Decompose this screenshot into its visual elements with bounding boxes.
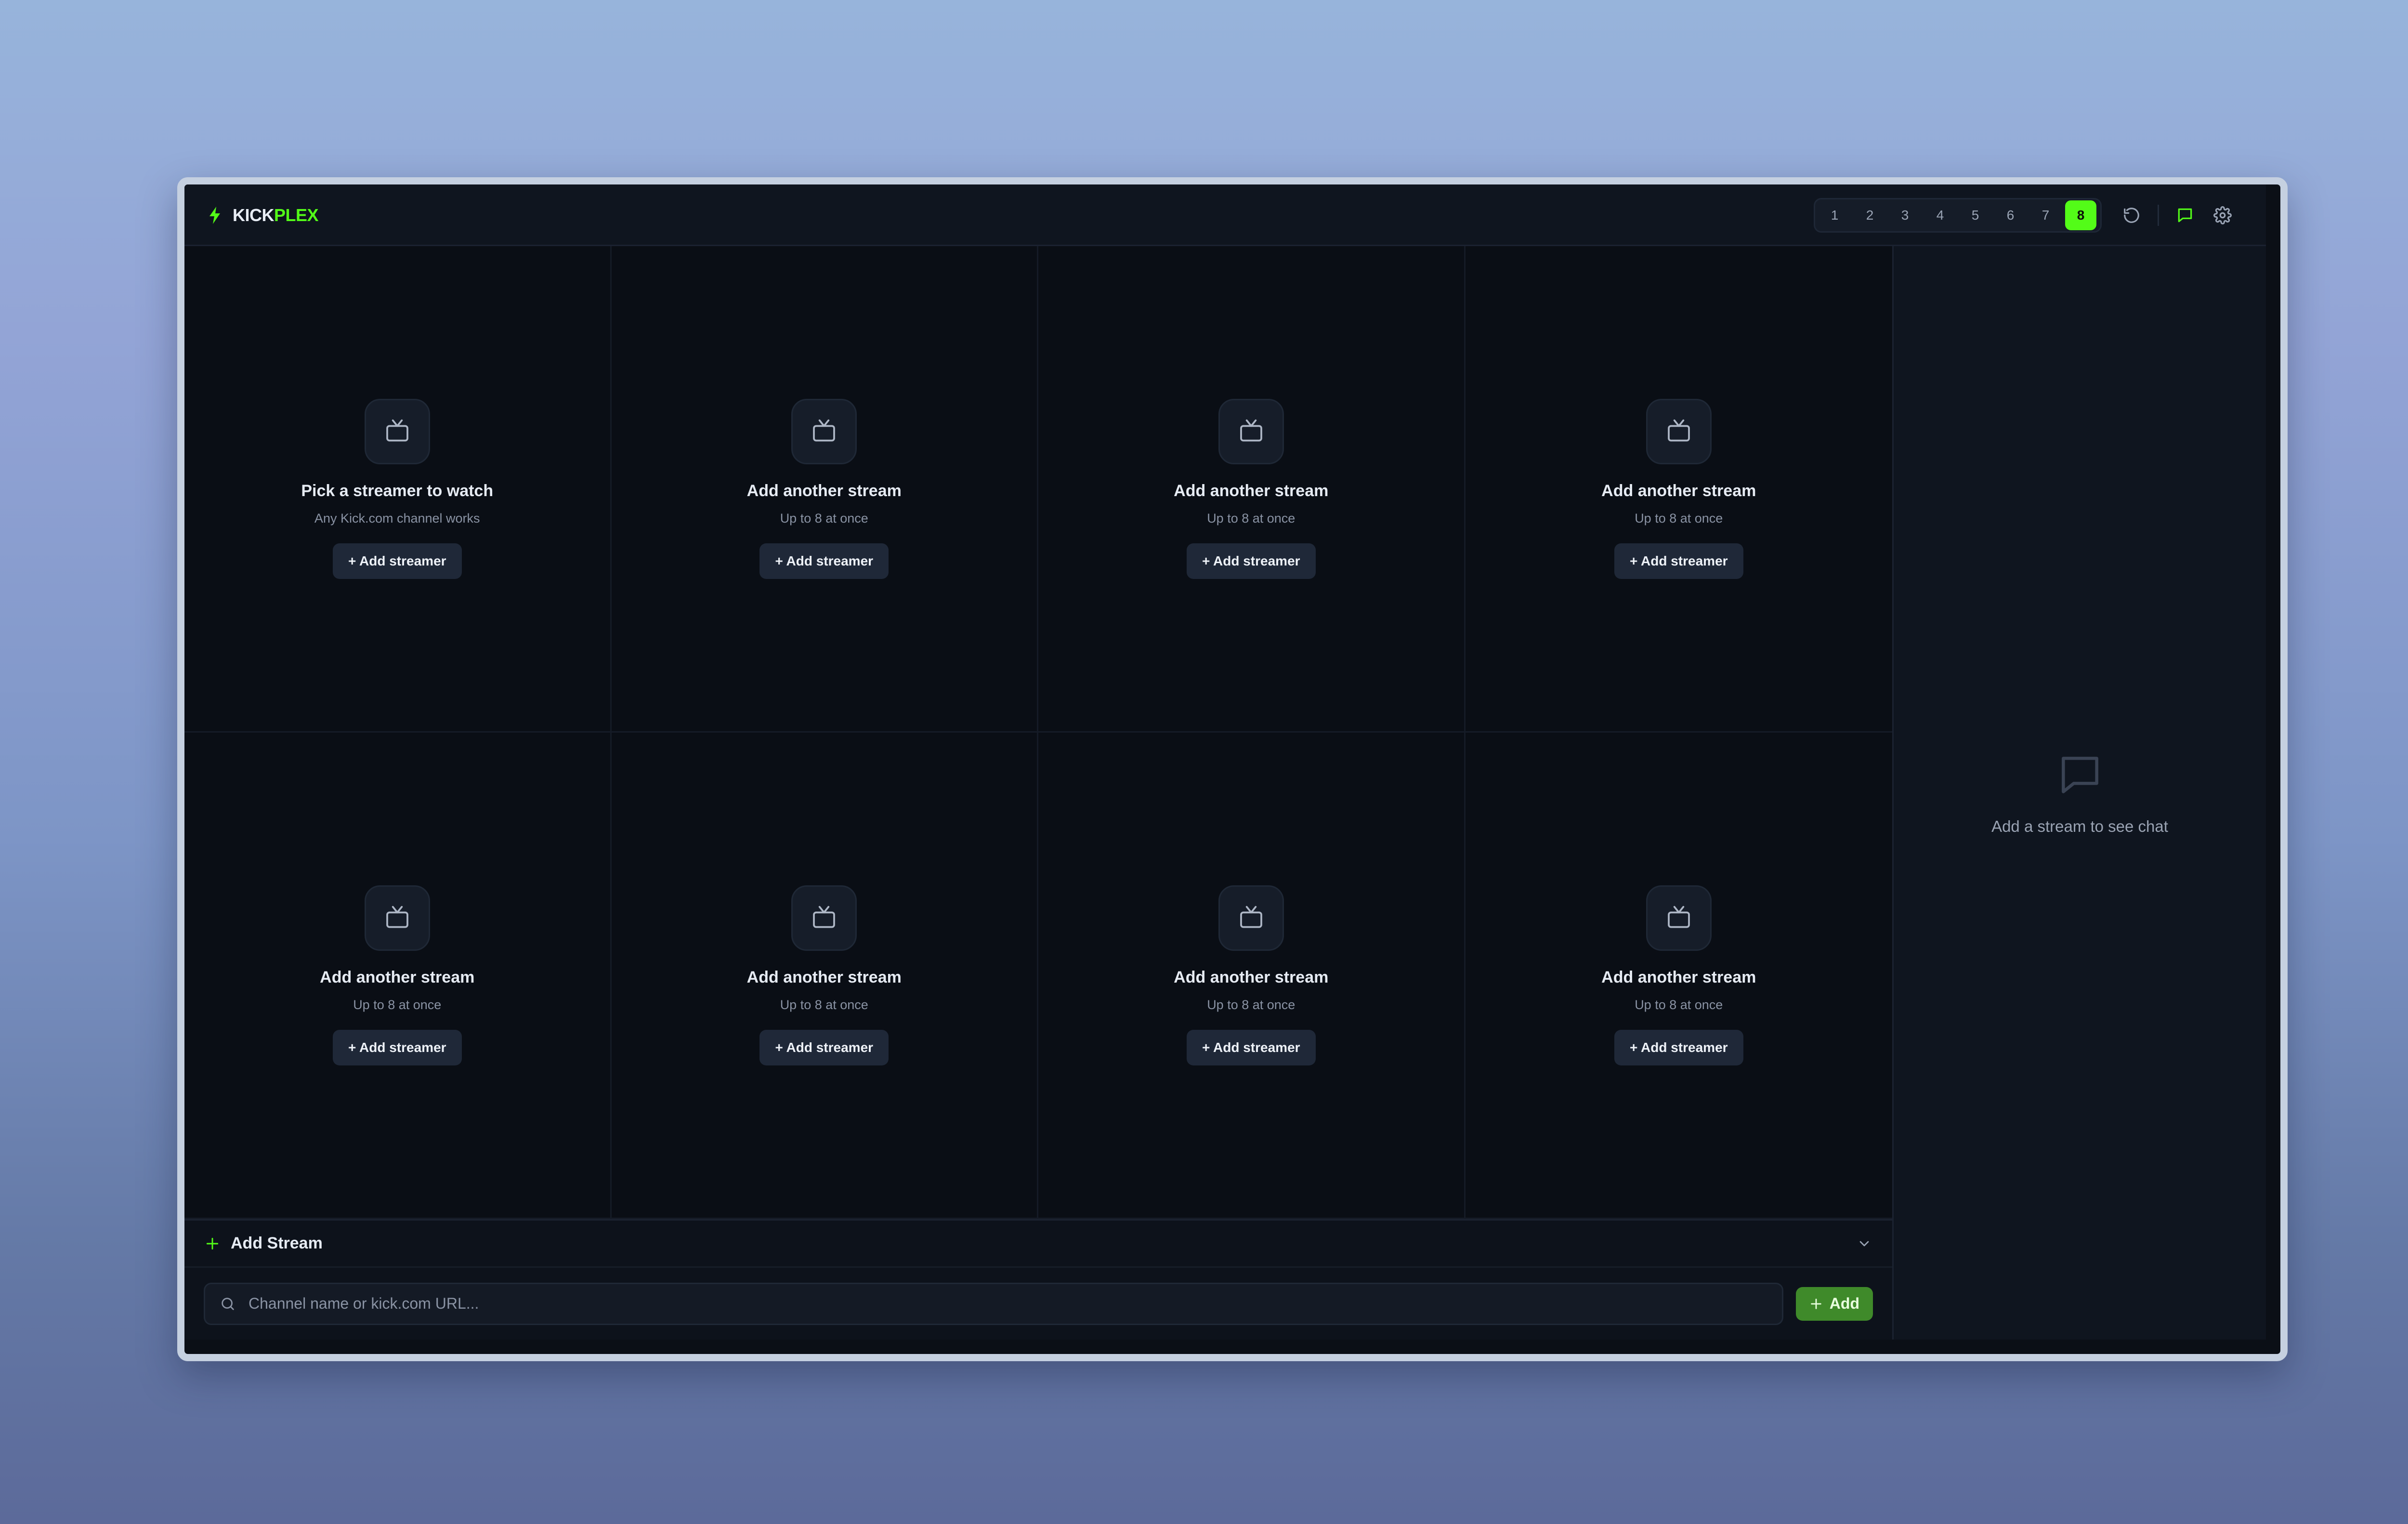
add-streamer-button[interactable]: + Add streamer: [1186, 1029, 1316, 1065]
tile-subtitle: Any Kick.com channel works: [314, 511, 480, 526]
tile-title: Add another stream: [1174, 481, 1329, 500]
add-streamer-button[interactable]: + Add streamer: [1186, 543, 1316, 579]
search-icon: [220, 1296, 236, 1312]
refresh-icon: [2122, 206, 2141, 224]
chat-toggle-icon: [2176, 206, 2194, 224]
add-streamer-button[interactable]: + Add streamer: [1614, 543, 1743, 579]
layout-button-3[interactable]: 3: [1889, 200, 1921, 230]
header-controls: 1 2 3 4 5 6 7 8: [1814, 184, 2238, 246]
tile-title: Add another stream: [1601, 968, 1756, 986]
tile-title: Pick a streamer to watch: [301, 481, 494, 500]
add-streamer-button[interactable]: + Add streamer: [1614, 1029, 1743, 1065]
stream-slot-5: Add another stream Up to 8 at once + Add…: [184, 733, 612, 1219]
app-window: KICKPLEX 1 2 3 4 5 6 7 8 Pick a streamer…: [177, 177, 2288, 1361]
layout-button-4[interactable]: 4: [1924, 200, 1956, 230]
tv-icon: [364, 885, 430, 951]
stream-slot-4: Add another stream Up to 8 at once + Add…: [1465, 246, 1892, 733]
tile-subtitle: Up to 8 at once: [353, 997, 442, 1012]
layout-button-1[interactable]: 1: [1819, 200, 1850, 230]
logo-primary-text: KICK: [233, 205, 275, 225]
stream-slot-7: Add another stream Up to 8 at once + Add…: [1038, 733, 1466, 1219]
tile-subtitle: Up to 8 at once: [1207, 511, 1296, 526]
add-streamer-button[interactable]: + Add streamer: [332, 1029, 462, 1065]
layout-button-6[interactable]: 6: [1995, 200, 2026, 230]
tile-subtitle: Up to 8 at once: [1635, 997, 1723, 1012]
settings-icon: [2213, 206, 2232, 224]
stream-slot-1: Pick a streamer to watch Any Kick.com ch…: [184, 246, 612, 733]
lightning-bolt-icon: [209, 207, 221, 224]
chat-bubble-icon: [2055, 750, 2105, 800]
channel-search-box: [204, 1282, 1783, 1325]
plus-icon: [1809, 1297, 1823, 1311]
add-stream-panel: Add Stream Add: [184, 1219, 1892, 1340]
add-stream-toggle[interactable]: Add Stream: [184, 1221, 1892, 1268]
tile-subtitle: Up to 8 at once: [780, 997, 868, 1012]
chat-panel: Add a stream to see chat: [1892, 246, 2266, 1340]
stream-slot-6: Add another stream Up to 8 at once + Add…: [611, 733, 1038, 1219]
logo: KICKPLEX: [209, 184, 319, 246]
add-streamer-button[interactable]: + Add streamer: [332, 543, 462, 579]
add-stream-form: Add: [184, 1268, 1892, 1340]
stream-slot-2: Add another stream Up to 8 at once + Add…: [611, 246, 1038, 733]
tile-title: Add another stream: [746, 968, 902, 986]
settings-button[interactable]: [2207, 200, 2238, 231]
tv-icon: [1218, 398, 1284, 464]
layout-button-2[interactable]: 2: [1854, 200, 1885, 230]
refresh-button[interactable]: [2116, 200, 2147, 231]
top-bar: KICKPLEX 1 2 3 4 5 6 7 8: [184, 184, 2266, 246]
tv-icon: [1646, 398, 1712, 464]
layout-button-5[interactable]: 5: [1960, 200, 1991, 230]
layout-selector: 1 2 3 4 5 6 7 8: [1814, 198, 2102, 233]
header-divider: [2158, 205, 2159, 226]
tile-subtitle: Up to 8 at once: [780, 511, 868, 526]
tv-icon: [1218, 885, 1284, 951]
tv-icon: [364, 398, 430, 464]
add-button-label: Add: [1829, 1295, 1859, 1312]
stream-slot-8: Add another stream Up to 8 at once + Add…: [1465, 733, 1892, 1219]
add-button[interactable]: Add: [1795, 1287, 1873, 1321]
add-stream-title: Add Stream: [231, 1234, 323, 1252]
channel-input[interactable]: [248, 1294, 1767, 1313]
tv-icon: [791, 398, 857, 464]
chat-toggle-button[interactable]: [2170, 200, 2200, 231]
tile-title: Add another stream: [1174, 968, 1329, 986]
tile-title: Add another stream: [746, 481, 902, 500]
stream-slot-3: Add another stream Up to 8 at once + Add…: [1038, 246, 1466, 733]
tile-title: Add another stream: [1601, 481, 1756, 500]
plus-icon: [205, 1236, 220, 1251]
tile-title: Add another stream: [320, 968, 475, 986]
layout-button-7[interactable]: 7: [2030, 200, 2061, 230]
add-streamer-button[interactable]: + Add streamer: [759, 1029, 889, 1065]
tile-subtitle: Up to 8 at once: [1207, 997, 1296, 1012]
layout-button-8[interactable]: 8: [2065, 200, 2096, 230]
stream-grid: Pick a streamer to watch Any Kick.com ch…: [184, 246, 1892, 1219]
app-name: KICKPLEX: [233, 205, 319, 225]
tv-icon: [791, 885, 857, 951]
tv-icon: [1646, 885, 1712, 951]
logo-accent-text: PLEX: [274, 205, 319, 225]
chevron-down-icon[interactable]: [1857, 1236, 1872, 1251]
add-streamer-button[interactable]: + Add streamer: [759, 543, 889, 579]
tile-subtitle: Up to 8 at once: [1635, 511, 1723, 526]
chat-empty-message: Add a stream to see chat: [1991, 817, 2168, 835]
